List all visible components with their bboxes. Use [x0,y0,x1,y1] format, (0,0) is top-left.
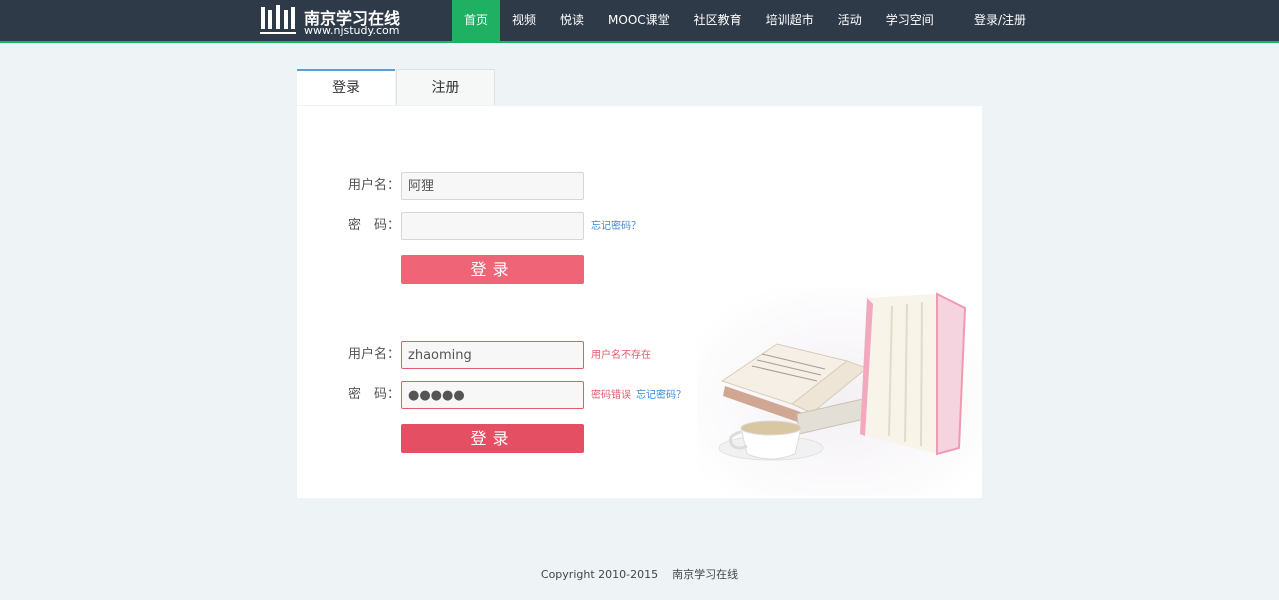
login-panel: 用户名： 阿狸 密 码： 忘记密码？ 登录 用户名： zhaoming 用户名不… [297,106,982,498]
nav-item-home[interactable]: 首页 [452,0,501,41]
nav-item-training-market[interactable]: 培训超市 [754,0,826,41]
password-label: 密 码： [348,218,401,233]
logo-url: www.njstudy.com [304,24,400,37]
nav-item-learning-space[interactable]: 学习空间 [874,0,946,41]
tab-login[interactable]: 登录 [297,69,395,105]
username-value: 阿狸 [408,179,435,194]
top-navbar: 南京学习在线 www.njstudy.com 首页 视频 悦读 MOOC课堂 社… [0,0,1279,43]
login-button[interactable]: 登录 [401,255,584,284]
login-register-link[interactable]: 登录/注册 [974,0,1026,41]
username-label: 用户名： [348,178,401,193]
tab-register[interactable]: 注册 [396,69,495,105]
password-input[interactable] [401,212,584,240]
nav-item-mooc[interactable]: MOOC课堂 [596,0,682,41]
login-button-error[interactable]: 登录 [401,424,584,453]
nav-item-activities[interactable]: 活动 [826,0,874,41]
logo-icon [260,5,296,34]
site-logo[interactable]: 南京学习在线 www.njstudy.com [260,3,410,39]
nav-item-community-education[interactable]: 社区教育 [682,0,754,41]
main-nav: 首页 视频 悦读 MOOC课堂 社区教育 培训超市 活动 学习空间 [452,0,946,41]
password-label: 密 码： [348,387,401,402]
password-error-message: 密码错误 [591,390,631,401]
password-input-error[interactable]: ●●●●● [401,381,584,409]
nav-item-video[interactable]: 视频 [500,0,548,41]
forgot-password-link[interactable]: 忘记密码？ [636,381,686,409]
username-input[interactable]: 阿狸 [401,172,584,200]
username-value: zhaoming [408,348,472,363]
nav-item-reading[interactable]: 悦读 [548,0,596,41]
forgot-password-link[interactable]: 忘记密码？ [591,212,641,240]
footer-copyright: Copyright 2010-2015 南京学习在线 [540,568,739,581]
username-input-error[interactable]: zhaoming [401,341,584,369]
username-error-message: 用户名不存在 [591,350,651,361]
username-label: 用户名： [348,347,401,362]
books-teacup-illustration [697,286,982,496]
password-masked-value: ●●●●● [408,388,465,403]
